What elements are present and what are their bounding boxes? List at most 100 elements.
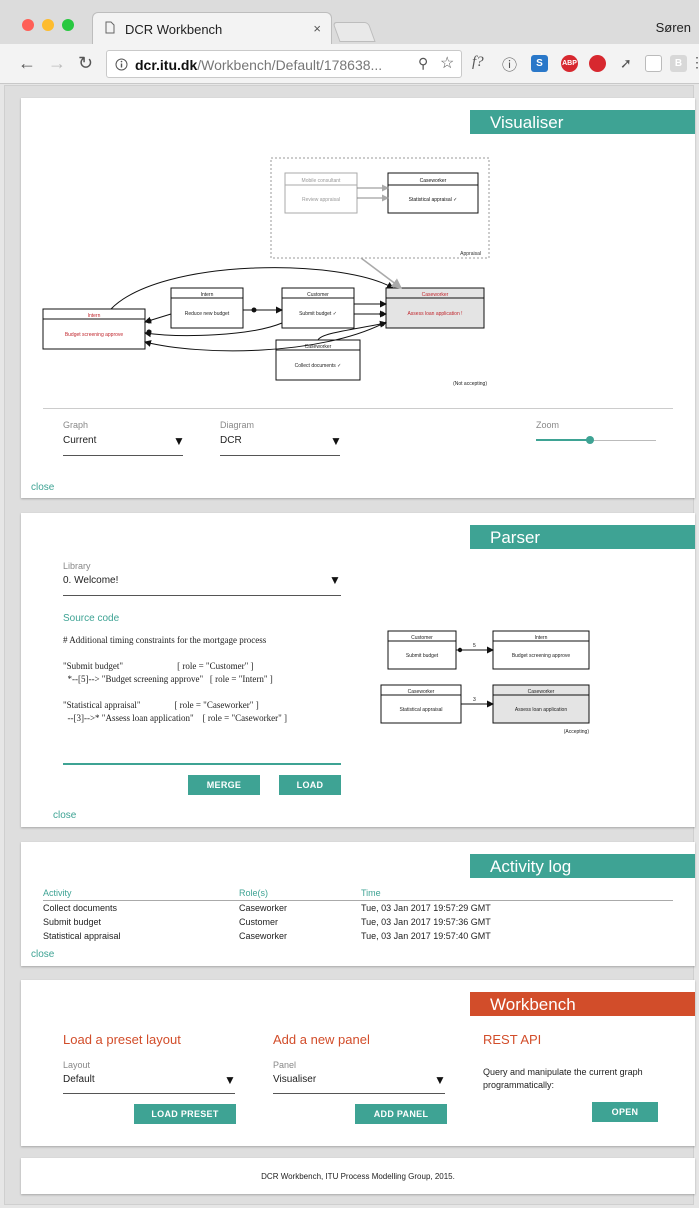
log-header-divider bbox=[43, 900, 673, 901]
parser-panel: Parser Library 0. Welcome! ▼ Source code… bbox=[21, 513, 695, 827]
minimize-window-button[interactable] bbox=[42, 19, 54, 31]
page-viewport: Visualiser Appraisal Mobile consultant R… bbox=[4, 85, 695, 1205]
source-code-label: Source code bbox=[63, 613, 120, 624]
parser-title: Parser bbox=[470, 525, 695, 549]
log-header-time: Time bbox=[361, 888, 381, 898]
activity-log-panel: Activity log Activity Role(s) Time Colle… bbox=[21, 842, 695, 966]
event-role-label: Customer bbox=[307, 292, 329, 298]
diagram-label: Diagram bbox=[220, 420, 255, 430]
graph-dropdown-arrow-icon[interactable]: ▼ bbox=[173, 434, 185, 448]
open-rest-api-button[interactable]: OPEN bbox=[592, 1102, 658, 1122]
layout-select-value[interactable]: Default bbox=[63, 1074, 95, 1085]
zoom-slider-thumb[interactable] bbox=[586, 436, 594, 444]
event-name-label: Reduce new budget bbox=[185, 311, 230, 317]
preview-delay-bottom: 3 bbox=[473, 697, 476, 703]
log-cell-time: Tue, 03 Jan 2017 19:57:36 GMT bbox=[361, 917, 491, 927]
tab-close-icon[interactable]: × bbox=[313, 21, 321, 36]
parser-preview-diagram: Customer Submit budget Intern Budget scr… bbox=[380, 630, 590, 735]
event-role-label: Intern bbox=[88, 313, 101, 319]
rest-api-description: Query and manipulate the current graph p… bbox=[483, 1067, 643, 1090]
visualiser-title: Visualiser bbox=[470, 110, 695, 134]
badge-extension-icon[interactable] bbox=[589, 55, 606, 72]
graph-select-value[interactable]: Current bbox=[63, 435, 96, 446]
layout-label: Layout bbox=[63, 1060, 91, 1070]
log-cell-role: Caseworker bbox=[239, 931, 288, 941]
log-cell-activity: Statistical appraisal bbox=[43, 931, 121, 941]
log-cell-time: Tue, 03 Jan 2017 19:57:40 GMT bbox=[361, 931, 491, 941]
browser-tab[interactable]: DCR Workbench × bbox=[92, 12, 332, 45]
code-line: *--[5]--> "Budget screening approve" [ r… bbox=[63, 674, 273, 684]
browser-toolbar: ← → ↻ dcr.itu.dk/Workbench/Default/17863… bbox=[0, 44, 699, 84]
event-name-label: Collect documents ✓ bbox=[295, 363, 342, 369]
diagram-select-underline bbox=[220, 455, 340, 456]
graph-select-underline bbox=[63, 455, 183, 456]
merge-button[interactable]: MERGE bbox=[188, 775, 260, 795]
panel-select-value[interactable]: Visualiser bbox=[273, 1074, 316, 1085]
library-select-underline bbox=[63, 595, 341, 596]
nested-event-label: Review appraisal bbox=[302, 197, 340, 203]
bookmark-star-icon[interactable]: ☆ bbox=[440, 53, 454, 73]
zoom-icon[interactable]: ⚲ bbox=[418, 55, 428, 72]
source-code-editor[interactable]: # Additional timing constraints for the … bbox=[63, 635, 341, 763]
new-tab-button[interactable] bbox=[332, 22, 376, 42]
reload-icon[interactable]: ↻ bbox=[78, 53, 93, 74]
layout-dropdown-arrow-icon[interactable]: ▼ bbox=[224, 1073, 236, 1087]
preview-role-label: Customer bbox=[411, 635, 433, 641]
b-extension-icon[interactable]: B bbox=[670, 55, 687, 72]
zoom-slider-fill bbox=[536, 439, 590, 441]
preview-delay-top: 5 bbox=[473, 643, 476, 649]
forward-icon[interactable]: → bbox=[48, 53, 66, 74]
log-cell-time: Tue, 03 Jan 2017 19:57:29 GMT bbox=[361, 903, 491, 913]
maximize-window-button[interactable] bbox=[62, 19, 74, 31]
source-code-underline bbox=[63, 763, 341, 765]
preview-event-label: Assess loan application bbox=[515, 707, 567, 713]
formula-extension-icon[interactable]: f? bbox=[472, 54, 484, 71]
activity-log-close-link[interactable]: close bbox=[31, 949, 54, 960]
pin-icon[interactable]: ➚ bbox=[620, 55, 632, 72]
doc-extension-icon[interactable] bbox=[645, 55, 662, 72]
load-button[interactable]: LOAD bbox=[279, 775, 341, 795]
library-label: Library bbox=[63, 561, 91, 571]
nested-group-label: Appraisal bbox=[460, 251, 481, 257]
close-window-button[interactable] bbox=[22, 19, 34, 31]
preview-event-label: Submit budget bbox=[406, 653, 439, 659]
panel-heading: Add a new panel bbox=[273, 1032, 370, 1047]
diagram-dropdown-arrow-icon[interactable]: ▼ bbox=[330, 434, 342, 448]
preview-role-label: Caseworker bbox=[528, 689, 555, 695]
profile-name[interactable]: Søren bbox=[656, 20, 691, 35]
address-bar[interactable]: dcr.itu.dk/Workbench/Default/178638... bbox=[106, 50, 462, 78]
info-icon bbox=[115, 58, 128, 71]
url-path: /Workbench/Default/178638... bbox=[197, 57, 383, 73]
preset-heading: Load a preset layout bbox=[63, 1032, 181, 1047]
workbench-panel: Workbench Load a preset layout Layout De… bbox=[21, 980, 695, 1146]
s-extension-icon[interactable]: S bbox=[531, 55, 548, 72]
code-line: "Submit budget" [ role = "Customer" ] bbox=[63, 661, 254, 671]
event-name-label: Budget screening approve bbox=[65, 332, 124, 338]
tab-title: DCR Workbench bbox=[125, 22, 223, 37]
graph-status: (Not accepting) bbox=[453, 381, 487, 387]
panel-label: Panel bbox=[273, 1060, 297, 1070]
url-text: dcr.itu.dk/Workbench/Default/178638... bbox=[135, 57, 382, 73]
load-preset-button[interactable]: LOAD PRESET bbox=[134, 1104, 236, 1124]
log-cell-activity: Collect documents bbox=[43, 903, 118, 913]
menu-icon[interactable]: ⋮ bbox=[690, 54, 699, 71]
parser-close-link[interactable]: close bbox=[53, 810, 76, 821]
library-dropdown-arrow-icon[interactable]: ▼ bbox=[329, 573, 341, 587]
back-icon[interactable]: ← bbox=[18, 53, 36, 74]
add-panel-button[interactable]: ADD PANEL bbox=[355, 1104, 447, 1124]
onepassword-icon[interactable]: ⓘ bbox=[502, 54, 517, 75]
footer: DCR Workbench, ITU Process Modelling Gro… bbox=[21, 1158, 695, 1194]
library-select-value[interactable]: 0. Welcome! bbox=[63, 575, 118, 586]
diagram-select-value[interactable]: DCR bbox=[220, 435, 242, 446]
dcr-graph-diagram: Appraisal Mobile consultant Review appra… bbox=[42, 157, 490, 387]
preview-event-label: Statistical appraisal bbox=[399, 707, 442, 713]
event-role-label: Caseworker bbox=[422, 292, 449, 298]
event-name-label: Assess loan application ! bbox=[407, 311, 462, 317]
panel-dropdown-arrow-icon[interactable]: ▼ bbox=[434, 1073, 446, 1087]
visualiser-panel: Visualiser Appraisal Mobile consultant R… bbox=[21, 98, 695, 498]
visualiser-close-link[interactable]: close bbox=[31, 482, 54, 493]
workbench-title: Workbench bbox=[470, 992, 695, 1016]
activity-log-title: Activity log bbox=[470, 854, 695, 878]
log-cell-role: Customer bbox=[239, 917, 279, 927]
adblock-icon[interactable]: ABP bbox=[561, 55, 578, 72]
